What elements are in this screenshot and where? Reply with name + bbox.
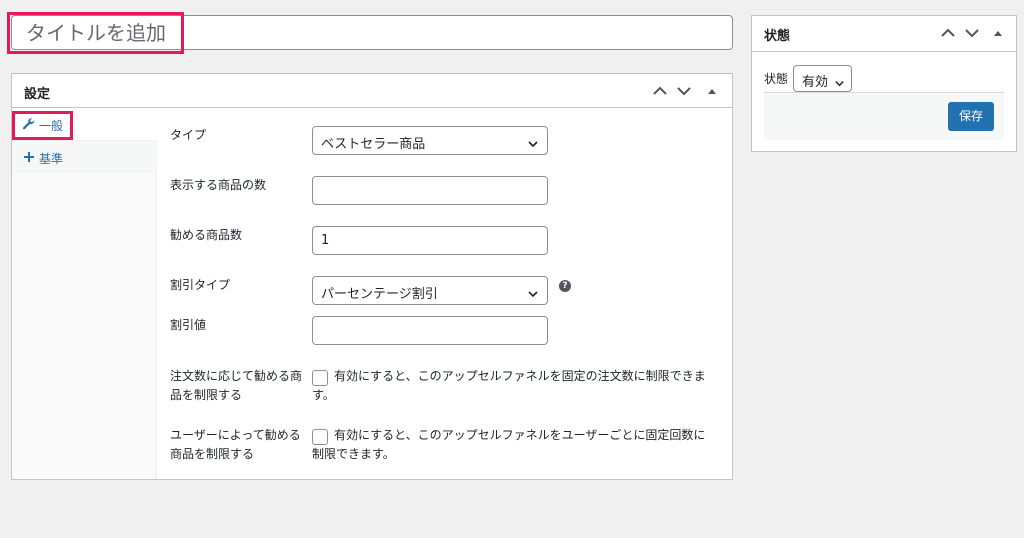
settings-panel-header: 設定 [12, 74, 732, 108]
type-select-value: ベストセラー商品 [321, 137, 426, 152]
tab-criteria[interactable]: 基準 [12, 140, 157, 172]
type-select[interactable]: ベストセラー商品 [312, 126, 548, 155]
settings-tabs: 一般 基準 [12, 108, 158, 479]
discount-type-select[interactable]: パーセンテージ割引 [312, 276, 548, 305]
discount-type-value: パーセンテージ割引 [321, 287, 438, 302]
product-count-label: 表示する商品の数 [170, 178, 267, 192]
status-panel-header: 状態 [752, 16, 1016, 52]
discount-value-label: 割引値 [170, 318, 207, 332]
limit-by-user-label: ユーザーによって勧める商品を制限する [170, 428, 301, 461]
limit-by-orders-label: 注文数に応じて勧める商品を制限する [170, 369, 303, 402]
help-icon[interactable]: ? [559, 280, 571, 292]
collapse-toggle-icon[interactable] [988, 23, 1008, 43]
discount-type-label: 割引タイプ [170, 278, 231, 292]
status-actions: 保存 [764, 92, 1004, 140]
move-down-icon[interactable] [674, 81, 694, 101]
limit-by-orders-description: 有効にすると、このアップセルファネルを固定の注文数に制限できます。 [312, 369, 706, 402]
save-button[interactable]: 保存 [948, 102, 994, 131]
chevron-down-icon [834, 74, 845, 93]
title-input-wrapper [11, 15, 733, 50]
move-up-icon[interactable] [938, 23, 958, 43]
move-up-icon[interactable] [650, 81, 670, 101]
plus-icon [22, 150, 36, 164]
recommend-count-value: 1 [321, 233, 330, 248]
settings-panel-title: 設定 [24, 87, 51, 102]
chevron-down-icon [527, 135, 539, 154]
title-input[interactable] [12, 16, 732, 49]
recommend-count-label: 勧める商品数 [170, 228, 243, 242]
product-count-input[interactable] [312, 176, 548, 205]
limit-by-user-description: 有効にすると、このアップセルファネルをユーザーごとに固定回数に制限できます。 [312, 428, 706, 461]
status-select[interactable]: 有効 [793, 65, 852, 92]
move-down-icon[interactable] [962, 23, 982, 43]
collapse-toggle-icon[interactable] [702, 81, 722, 101]
tab-criteria-label: 基準 [39, 152, 64, 166]
status-select-value: 有効 [802, 75, 829, 90]
status-panel: 状態 状態 有効 保存 [751, 15, 1017, 152]
status-panel-title: 状態 [764, 29, 791, 44]
settings-panel: 設定 一般 基準 タイプ ベストセラー商品 表示する商品の数 勧める商品数 1 … [11, 73, 733, 480]
tab-general-label: 一般 [39, 119, 64, 133]
discount-value-input[interactable] [312, 316, 548, 345]
type-label: タイプ [170, 128, 207, 142]
wrench-icon [22, 117, 36, 131]
tab-general[interactable]: 一般 [12, 108, 158, 140]
chevron-down-icon [527, 285, 539, 304]
recommend-count-input[interactable]: 1 [312, 226, 548, 255]
status-field-label: 状態 [764, 72, 789, 86]
